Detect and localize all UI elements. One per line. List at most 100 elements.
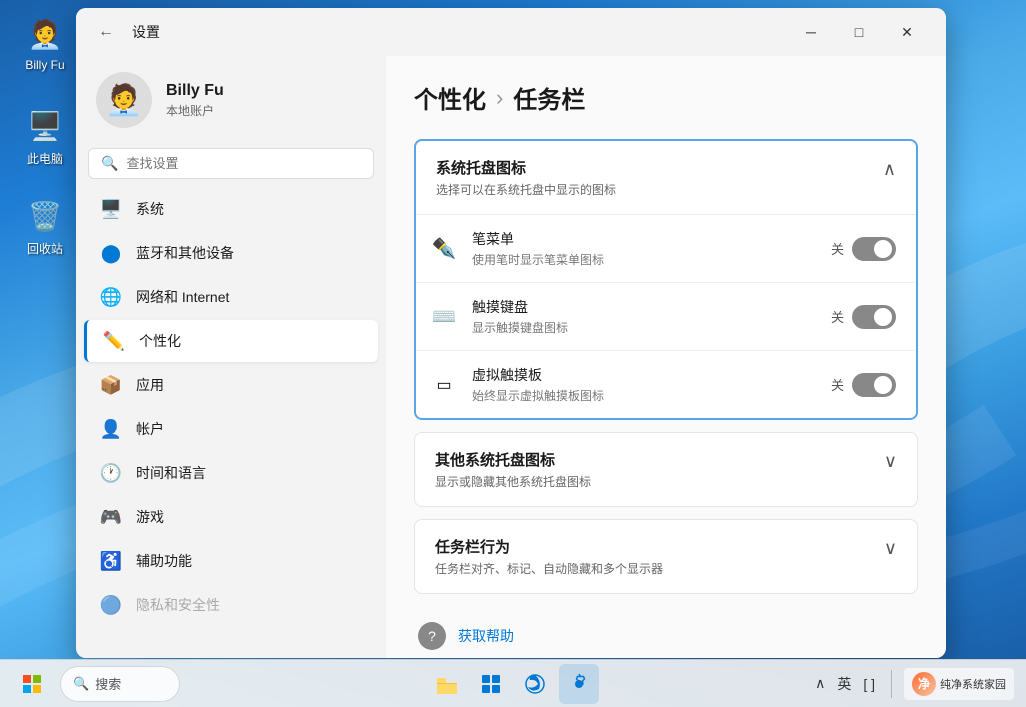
- search-input[interactable]: [126, 156, 361, 171]
- taskbar-edge[interactable]: [515, 664, 555, 704]
- sidebar-item-time[interactable]: 🕐 时间和语言: [84, 452, 378, 494]
- search-icon: 🔍: [101, 155, 118, 172]
- section-taskbar-behavior-desc: 任务栏对齐、标记、自动隐藏和多个显示器: [435, 560, 663, 577]
- virtual-touchpad-desc: 始终显示虚拟触摸板图标: [472, 387, 817, 404]
- sidebar-item-gaming[interactable]: 🎮 游戏: [84, 496, 378, 538]
- sidebar-item-bluetooth-label: 蓝牙和其他设备: [136, 243, 234, 263]
- sidebar-item-privacy-label: 隐私和安全性: [136, 595, 220, 615]
- pen-menu-toggle[interactable]: [852, 237, 896, 261]
- maximize-button[interactable]: □: [836, 16, 882, 48]
- touch-keyboard-toggle-label: 关: [831, 307, 844, 326]
- section-other-tray: 其他系统托盘图标 显示或隐藏其他系统托盘图标 ∨: [414, 432, 918, 507]
- sidebar-item-accounts[interactable]: 👤 帐户: [84, 408, 378, 450]
- desktop-icon-user[interactable]: 🧑‍💼 Billy Fu: [10, 8, 80, 78]
- brand-label: 纯净系统家园: [940, 676, 1006, 692]
- sidebar: 🧑‍💼 Billy Fu 本地账户 🔍 🖥️ 系统 ⬤ 蓝牙和其他设备: [76, 56, 386, 658]
- touch-keyboard-icon: ⌨️: [430, 303, 458, 331]
- tray-expand-icon[interactable]: ∧: [811, 671, 829, 696]
- help-link[interactable]: ? 获取帮助: [414, 606, 918, 658]
- section-system-tray-title: 系统托盘图标: [436, 157, 616, 178]
- apps-icon: 📦: [100, 374, 122, 396]
- taskbar-settings[interactable]: [559, 664, 599, 704]
- chevron-up-icon: ∧: [883, 159, 896, 180]
- section-other-tray-desc: 显示或隐藏其他系统托盘图标: [435, 473, 591, 490]
- minimize-button[interactable]: ─: [788, 16, 834, 48]
- section-system-tray: 系统托盘图标 选择可以在系统托盘中显示的图标 ∧ ✒️ 笔菜单 使用笔时显示笔菜…: [414, 139, 918, 420]
- title-bar: ← 设置 ─ □ ✕: [76, 8, 946, 56]
- breadcrumb-parent: 个性化: [414, 80, 486, 115]
- setting-item-pen-menu: ✒️ 笔菜单 使用笔时显示笔菜单图标 关: [416, 215, 916, 283]
- gaming-icon: 🎮: [100, 506, 122, 528]
- sidebar-item-accessibility[interactable]: ♿ 辅助功能: [84, 540, 378, 582]
- help-icon: ?: [418, 622, 446, 650]
- pen-menu-toggle-label: 关: [831, 239, 844, 258]
- sidebar-item-accessibility-label: 辅助功能: [136, 551, 192, 571]
- bluetooth-icon: ⬤: [100, 242, 122, 264]
- setting-item-virtual-touchpad: ▭ 虚拟触摸板 始终显示虚拟触摸板图标 关: [416, 351, 916, 418]
- sidebar-item-time-label: 时间和语言: [136, 463, 206, 483]
- sidebar-item-network[interactable]: 🌐 网络和 Internet: [84, 276, 378, 318]
- taskbar-files[interactable]: [427, 664, 467, 704]
- breadcrumb-current: 任务栏: [513, 80, 585, 115]
- desktop-icon-user-label: Billy Fu: [25, 58, 64, 72]
- accessibility-icon: ♿: [100, 550, 122, 572]
- window-title: 设置: [132, 22, 160, 42]
- desktop-icon-computer[interactable]: 🖥️ 此电脑: [10, 100, 80, 173]
- main-content: 个性化 › 任务栏 系统托盘图标 选择可以在系统托盘中显示的图标 ∧ ✒️: [386, 56, 946, 658]
- touch-keyboard-title: 触摸键盘: [472, 297, 817, 317]
- desktop-icon-recycle-label: 回收站: [27, 240, 63, 257]
- desktop-icon-computer-label: 此电脑: [27, 150, 63, 167]
- pen-menu-desc: 使用笔时显示笔菜单图标: [472, 251, 817, 268]
- virtual-touchpad-toggle[interactable]: [852, 373, 896, 397]
- desktop-icon-recycle[interactable]: 🗑️ 回收站: [10, 190, 80, 263]
- taskbar: 🔍 搜索: [0, 659, 1026, 707]
- section-system-tray-desc: 选择可以在系统托盘中显示的图标: [436, 181, 616, 198]
- start-button[interactable]: [12, 664, 52, 704]
- back-button[interactable]: ←: [92, 18, 120, 46]
- tray-lang[interactable]: 英: [833, 670, 855, 698]
- yidaimei-brand[interactable]: 净 纯净系统家园: [904, 668, 1014, 700]
- section-other-tray-header[interactable]: 其他系统托盘图标 显示或隐藏其他系统托盘图标 ∨: [415, 433, 917, 506]
- section-taskbar-behavior-title: 任务栏行为: [435, 536, 663, 557]
- section-taskbar-behavior: 任务栏行为 任务栏对齐、标记、自动隐藏和多个显示器 ∨: [414, 519, 918, 594]
- user-account-type: 本地账户: [166, 102, 224, 119]
- search-taskbar-icon: 🔍: [73, 676, 89, 692]
- search-taskbar[interactable]: 🔍 搜索: [60, 666, 180, 702]
- sidebar-item-bluetooth[interactable]: ⬤ 蓝牙和其他设备: [84, 232, 378, 274]
- search-box[interactable]: 🔍: [88, 148, 374, 179]
- section-taskbar-behavior-header[interactable]: 任务栏行为 任务栏对齐、标记、自动隐藏和多个显示器 ∨: [415, 520, 917, 593]
- settings-window: ← 设置 ─ □ ✕ 🧑‍💼 Billy Fu 本地账户 🔍: [76, 8, 946, 658]
- pen-menu-icon: ✒️: [430, 235, 458, 263]
- section-other-tray-title: 其他系统托盘图标: [435, 449, 591, 470]
- search-taskbar-label: 搜索: [95, 674, 121, 693]
- pen-menu-title: 笔菜单: [472, 229, 817, 249]
- network-icon: 🌐: [100, 286, 122, 308]
- sidebar-item-personalization[interactable]: ✏️ 个性化: [84, 320, 378, 362]
- sidebar-item-system[interactable]: 🖥️ 系统: [84, 188, 378, 230]
- sidebar-item-accounts-label: 帐户: [136, 419, 164, 439]
- sidebar-item-privacy[interactable]: 🔵 隐私和安全性: [84, 584, 378, 626]
- user-section[interactable]: 🧑‍💼 Billy Fu 本地账户: [84, 56, 378, 144]
- personalization-icon: ✏️: [103, 330, 125, 352]
- user-name: Billy Fu: [166, 82, 224, 100]
- taskbar-store[interactable]: [471, 664, 511, 704]
- sidebar-item-apps-label: 应用: [136, 375, 164, 395]
- sidebar-item-apps[interactable]: 📦 应用: [84, 364, 378, 406]
- touch-keyboard-desc: 显示触摸键盘图标: [472, 319, 817, 336]
- breadcrumb-separator: ›: [496, 85, 503, 111]
- virtual-touchpad-title: 虚拟触摸板: [472, 365, 817, 385]
- sidebar-item-personalization-label: 个性化: [139, 331, 181, 351]
- chevron-down-icon-2: ∨: [884, 538, 897, 559]
- help-label: 获取帮助: [458, 626, 514, 646]
- system-icon: 🖥️: [100, 198, 122, 220]
- virtual-touchpad-toggle-label: 关: [831, 375, 844, 394]
- sidebar-item-network-label: 网络和 Internet: [136, 287, 229, 307]
- touch-keyboard-toggle[interactable]: [852, 305, 896, 329]
- virtual-touchpad-icon: ▭: [430, 371, 458, 399]
- setting-item-touch-keyboard: ⌨️ 触摸键盘 显示触摸键盘图标 关: [416, 283, 916, 351]
- section-system-tray-header[interactable]: 系统托盘图标 选择可以在系统托盘中显示的图标 ∧: [416, 141, 916, 214]
- avatar: 🧑‍💼: [96, 72, 152, 128]
- section-system-tray-content: ✒️ 笔菜单 使用笔时显示笔菜单图标 关 ⌨️: [416, 214, 916, 418]
- close-button[interactable]: ✕: [884, 16, 930, 48]
- tray-input[interactable]: [ ]: [859, 672, 879, 696]
